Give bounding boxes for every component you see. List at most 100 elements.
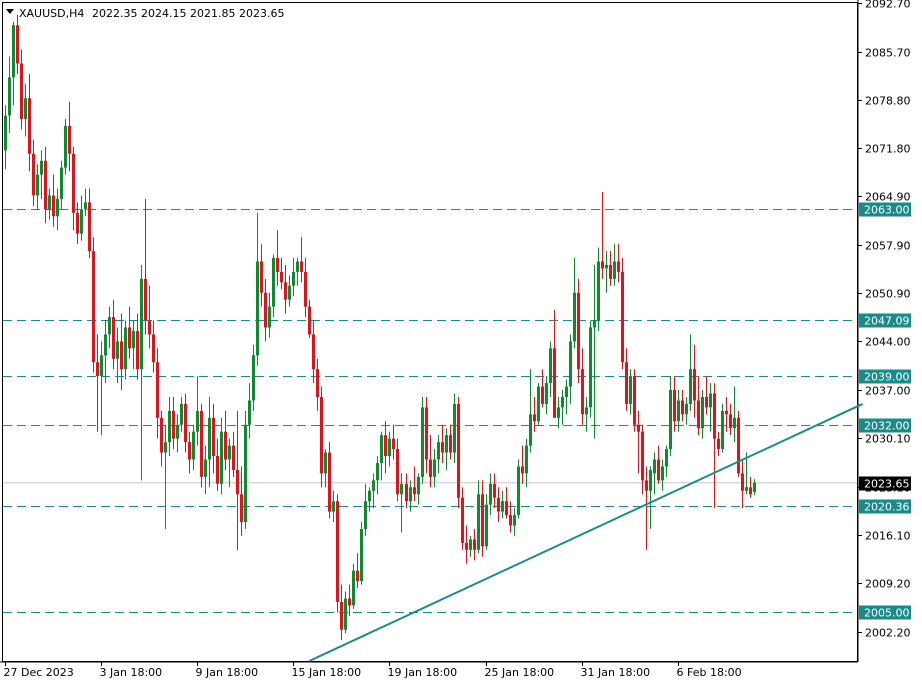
candle-bull xyxy=(421,396,424,484)
time-tick-label: 19 Jan 18:00 xyxy=(388,666,458,679)
time-tick-label: 27 Dec 2023 xyxy=(4,666,74,679)
candle-body xyxy=(356,570,359,582)
price-tick-label: 2016.10 xyxy=(865,530,911,543)
current-price-label: 2023.65 xyxy=(859,476,911,491)
candle-bear xyxy=(457,396,460,509)
candle-body xyxy=(593,320,596,328)
candle-body xyxy=(164,442,167,453)
candle-body xyxy=(44,160,47,210)
candle-body xyxy=(88,202,91,252)
candle-body xyxy=(449,435,452,453)
candle-body xyxy=(208,417,211,460)
candle-body xyxy=(417,476,420,495)
candle-body xyxy=(20,63,23,120)
candle-body xyxy=(352,570,355,606)
candle-body xyxy=(168,410,171,443)
candle-body xyxy=(629,376,632,404)
candle-body xyxy=(220,431,223,484)
candle-body xyxy=(256,261,259,356)
candle-bull xyxy=(244,410,247,529)
candle-body xyxy=(457,403,460,498)
price-tick-label: 2092.70 xyxy=(865,0,911,11)
candle-body xyxy=(400,483,403,495)
candle-body xyxy=(140,278,143,370)
candle-body xyxy=(541,386,544,404)
candle-body xyxy=(76,212,79,234)
candle-bear xyxy=(621,258,624,370)
candle-body xyxy=(677,400,680,422)
candle-bear xyxy=(92,237,95,373)
candle-body xyxy=(405,483,408,502)
candle-body xyxy=(308,306,311,335)
candle-body xyxy=(609,264,612,279)
candle-body xyxy=(725,410,728,415)
candle-body xyxy=(300,261,303,272)
candle-body xyxy=(653,459,656,474)
candle-body xyxy=(132,330,135,349)
candle-body xyxy=(32,153,35,196)
candle-body xyxy=(477,494,480,550)
candlestick-chart: 2092.70 2085.70 2078.80 2071.80 2064.90 2057.… xyxy=(0,0,922,684)
candle-body xyxy=(741,473,744,491)
candle-body xyxy=(176,424,179,439)
candle-body xyxy=(216,456,219,484)
candle-body xyxy=(749,487,752,495)
candle-body xyxy=(272,258,275,307)
candle-body xyxy=(613,261,616,279)
candle-body xyxy=(545,383,548,404)
candle-body xyxy=(509,515,512,526)
candle-body xyxy=(485,504,488,547)
candle-body xyxy=(108,317,111,335)
symbol-label: XAUUSD,H4 xyxy=(19,7,84,20)
candle-body xyxy=(713,393,716,439)
candle-body xyxy=(360,528,363,582)
candle-body xyxy=(344,598,347,630)
candle-body xyxy=(729,414,732,429)
candle-bear xyxy=(200,403,203,488)
candle-bull xyxy=(517,459,520,519)
candle-body xyxy=(733,417,736,429)
candle-body xyxy=(320,396,323,474)
candle-body xyxy=(497,497,500,512)
candle-body xyxy=(553,348,556,418)
candle-body xyxy=(172,410,175,439)
candle-body xyxy=(8,77,11,116)
candle-body xyxy=(116,341,119,359)
candle-body xyxy=(196,410,199,432)
candle-body xyxy=(625,362,628,404)
candle-body xyxy=(689,369,692,404)
price-tick-label: 2009.20 xyxy=(865,578,911,591)
candle-bear xyxy=(328,442,331,519)
candle-bear xyxy=(336,494,339,613)
candle-body xyxy=(649,469,652,491)
candle-body xyxy=(92,251,95,363)
price-tick-label: 2044.00 xyxy=(865,336,911,349)
candle-bull xyxy=(360,522,363,585)
candle-body xyxy=(461,497,464,543)
candle-body xyxy=(529,414,532,446)
candle-body xyxy=(501,501,504,512)
candle-body xyxy=(56,198,59,217)
candle-body xyxy=(657,459,660,481)
time-tick-label: 3 Jan 18:00 xyxy=(100,666,163,679)
candle-body xyxy=(469,539,472,550)
candle-body xyxy=(228,445,231,460)
candle-body xyxy=(156,362,159,418)
candle-body xyxy=(148,320,151,335)
time-tick-label: 31 Jan 18:00 xyxy=(581,666,651,679)
candle-bear xyxy=(737,410,740,477)
candle-body xyxy=(248,400,251,425)
candle-body xyxy=(577,292,580,370)
ohlc-values: 2022.35 2024.15 2021.85 2023.65 xyxy=(92,7,284,20)
candle-body xyxy=(128,327,131,349)
candle-body xyxy=(332,501,335,512)
price-tick-label: 2030.10 xyxy=(865,433,911,446)
candle-body xyxy=(252,355,255,401)
candle-body xyxy=(112,317,115,359)
candle-body xyxy=(120,341,123,370)
candle-body xyxy=(721,410,724,450)
candle-body xyxy=(633,376,636,425)
candle-body xyxy=(489,483,492,505)
time-tick-label: 25 Jan 18:00 xyxy=(485,666,555,679)
level-label: 2039.00 xyxy=(864,371,910,384)
